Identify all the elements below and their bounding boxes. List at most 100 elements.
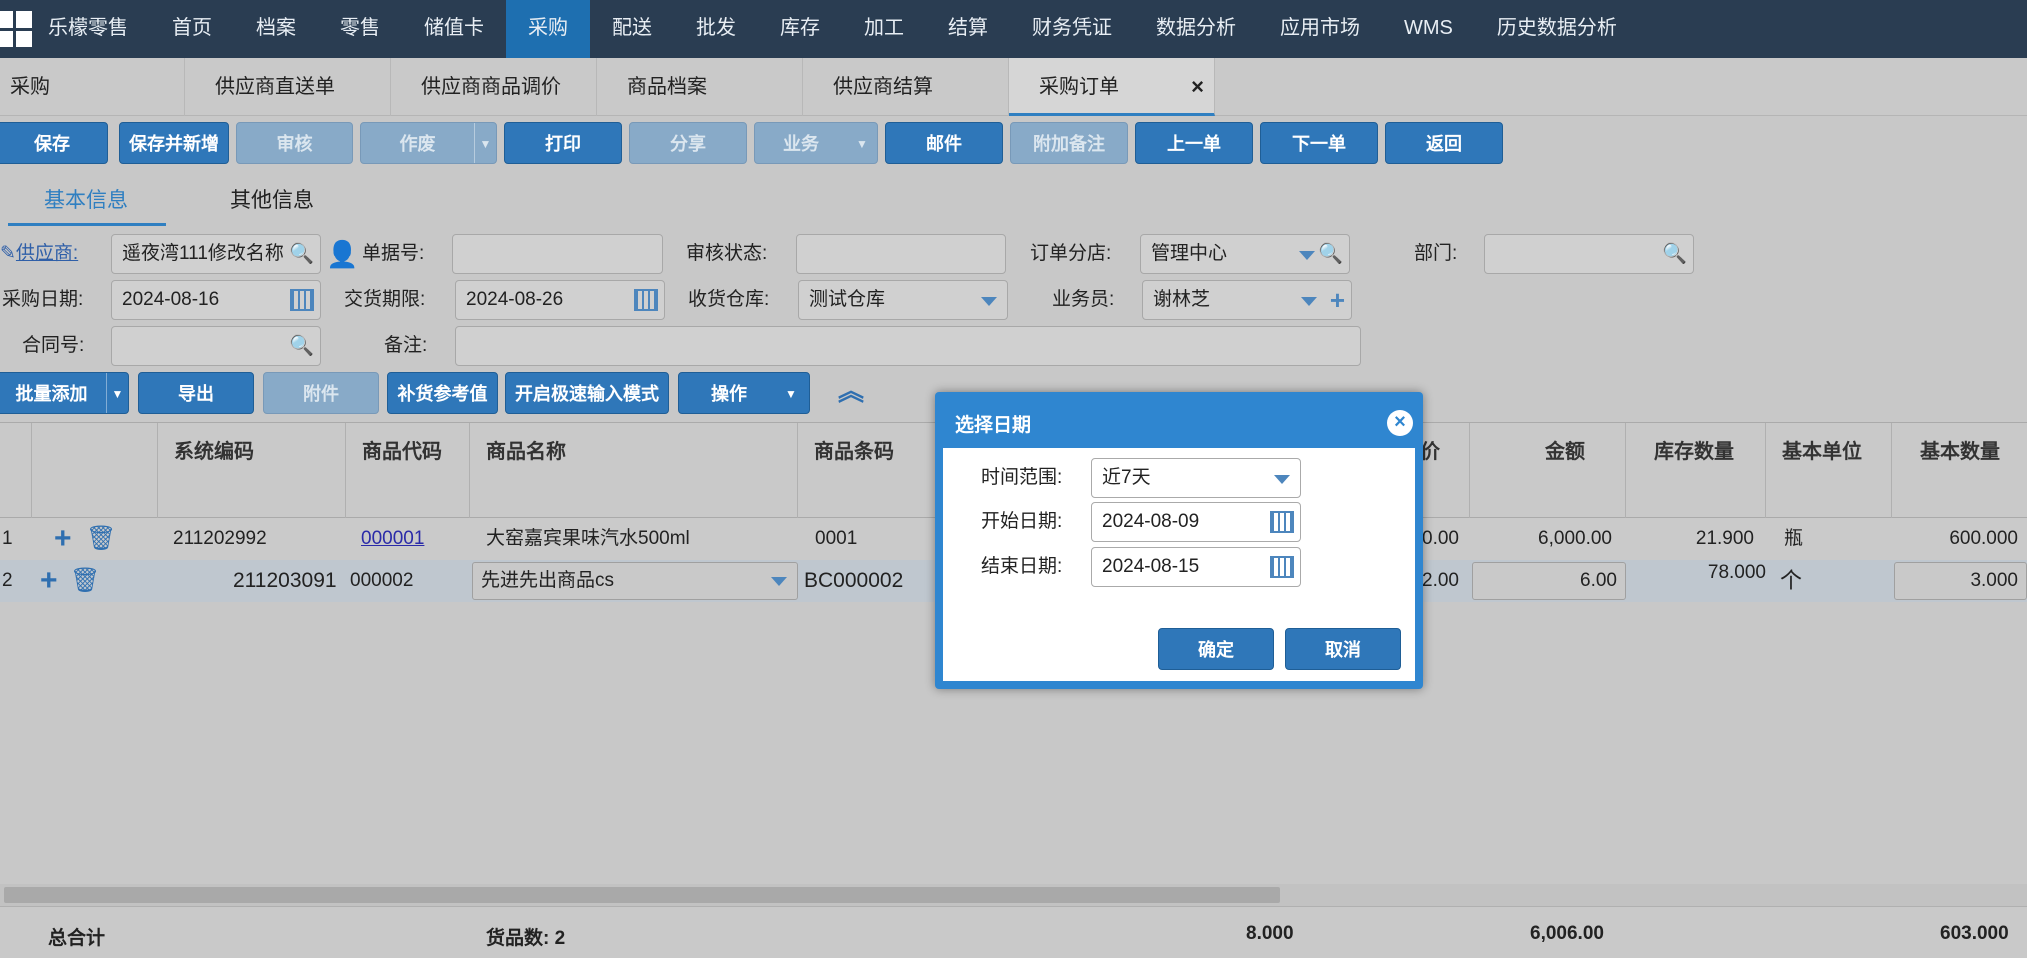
cancel-button[interactable]: 取消 [1285,628,1401,670]
business-button[interactable]: 业务 ▼ [754,122,878,164]
app-grid-icon[interactable] [0,11,32,47]
nav-item-retail[interactable]: 零售 [318,0,402,58]
col-product-code[interactable]: 商品代码 [346,423,470,519]
export-button[interactable]: 导出 [138,372,254,414]
nav-item-wholesale[interactable]: 批发 [674,0,758,58]
col-base-unit[interactable]: 基本单位 [1766,423,1892,519]
prev-button[interactable]: 上一单 [1135,122,1253,164]
tab-purchase-order[interactable]: 采购订单 × [1009,58,1215,116]
save-button[interactable]: 保存 [0,122,108,164]
refill-button[interactable]: 补货参考值 [387,372,498,414]
supplier-input[interactable]: 遥夜湾111修改名称 🔍 [111,234,321,274]
fast-mode-button[interactable]: 开启极速输入模式 [505,372,669,414]
doc-no-input[interactable] [452,234,663,274]
chevron-down-icon[interactable] [1274,475,1290,484]
search-icon[interactable]: 🔍 [289,327,314,365]
print-button[interactable]: 打印 [504,122,622,164]
back-button[interactable]: 返回 [1385,122,1503,164]
chevron-down-icon[interactable] [1301,297,1317,306]
dept-input[interactable]: 🔍 [1484,234,1694,274]
nav-item-archive[interactable]: 档案 [234,0,318,58]
chevron-down-icon[interactable]: ▼ [773,373,809,413]
calendar-icon[interactable] [1270,556,1294,578]
tab-supplier-price[interactable]: 供应商商品调价 [391,58,597,116]
nav-item-wms[interactable]: WMS [1382,0,1475,58]
scrollbar-thumb[interactable] [4,887,1280,903]
close-icon[interactable]: × [1191,58,1204,116]
remark-button[interactable]: 附加备注 [1010,122,1128,164]
tab-purchase[interactable]: 采购 [0,58,185,116]
calendar-icon[interactable] [290,289,314,311]
calendar-icon[interactable] [1270,511,1294,533]
collapse-up-icon[interactable]: ︽ [838,378,864,404]
start-date-input[interactable]: 2024-08-09 [1091,502,1301,542]
calendar-icon[interactable] [634,289,658,311]
nav-item-settlement[interactable]: 结算 [926,0,1010,58]
delete-icon[interactable]: 🗑 [70,560,100,602]
next-button[interactable]: 下一单 [1260,122,1378,164]
amount-input[interactable]: 6.00 [1472,562,1626,600]
nav-item-history-analysis[interactable]: 历史数据分析 [1475,0,1639,58]
audit-button[interactable]: 审核 [236,122,353,164]
col-base-qty[interactable]: 基本数量 [1892,423,2027,519]
col-barcode[interactable]: 商品条码 [798,423,936,519]
chevron-down-icon[interactable] [981,297,997,306]
add-user-icon[interactable]: 👤 [326,234,358,274]
nav-item-app-market[interactable]: 应用市场 [1258,0,1382,58]
add-row-icon[interactable]: + [54,518,72,562]
chevron-down-icon[interactable]: ▼ [106,373,128,413]
mail-button[interactable]: 邮件 [885,122,1003,164]
nav-item-purchase[interactable]: 采购 [506,0,590,58]
add-row-icon[interactable]: + [40,560,58,602]
nav-item-voucher[interactable]: 财务凭证 [1010,0,1134,58]
warehouse-select[interactable]: 测试仓库 [798,280,1008,320]
end-date-input[interactable]: 2024-08-15 [1091,547,1301,587]
col-price[interactable]: 价 [1420,423,1470,519]
attach-button[interactable]: 附件 [263,372,379,414]
nav-item-analysis[interactable]: 数据分析 [1134,0,1258,58]
col-product-name[interactable]: 商品名称 [470,423,798,519]
share-button[interactable]: 分享 [629,122,747,164]
nav-item-processing[interactable]: 加工 [842,0,926,58]
col-stock[interactable]: 库存数量 [1626,423,1766,519]
search-icon[interactable]: 🔍 [1662,235,1687,273]
delivery-input[interactable]: 2024-08-26 [455,280,665,320]
tab-basic-info[interactable]: 基本信息 [8,186,166,226]
nav-item-inventory[interactable]: 库存 [758,0,842,58]
search-icon[interactable]: 🔍 [1318,235,1343,273]
plus-icon[interactable]: + [1330,281,1345,319]
nav-item-home[interactable]: 首页 [150,0,234,58]
chevron-down-icon[interactable]: ▼ [847,123,877,163]
audit-status-input[interactable] [796,234,1006,274]
range-select[interactable]: 近7天 [1091,458,1301,498]
confirm-button[interactable]: 确定 [1158,628,1274,670]
search-icon[interactable]: 🔍 [289,235,314,273]
branch-select[interactable]: 管理中心 🔍 [1140,234,1350,274]
product-name-select[interactable]: 先进先出商品cs [472,562,798,600]
nav-item-distribution[interactable]: 配送 [590,0,674,58]
chevron-down-icon[interactable]: ▼ [474,123,496,163]
operate-button[interactable]: 操作 ▼ [678,372,810,414]
tab-supplier-direct[interactable]: 供应商直送单 [185,58,391,116]
memo-input[interactable] [455,326,1361,366]
tab-product-archive[interactable]: 商品档案 [597,58,803,116]
void-button[interactable]: 作废 ▼ [360,122,497,164]
contract-input[interactable]: 🔍 [111,326,321,366]
qty-input[interactable]: 3.000 [1894,562,2027,600]
save-new-button[interactable]: 保存并新增 [119,122,229,164]
horizontal-scrollbar[interactable] [0,884,2027,906]
chevron-down-icon[interactable] [771,577,787,586]
nav-brand[interactable]: 乐檬零售 [48,0,150,58]
cell-product-code-link[interactable]: 000001 [361,518,424,562]
tab-supplier-settlement[interactable]: 供应商结算 [803,58,1009,116]
chevron-down-icon[interactable] [1299,251,1315,260]
supplier-label[interactable]: ✎供应商: [0,234,78,274]
tab-other-info[interactable]: 其他信息 [230,186,314,226]
col-sys-code[interactable]: 系统编码 [158,423,346,519]
col-amount[interactable]: 金额 [1470,423,1626,519]
nav-item-stored-card[interactable]: 储值卡 [402,0,506,58]
batch-add-button[interactable]: 批量添加 ▼ [0,372,129,414]
salesman-select[interactable]: 谢林芝 + [1142,280,1352,320]
close-icon[interactable]: × [1387,410,1413,436]
delete-icon[interactable]: 🗑 [86,518,116,562]
